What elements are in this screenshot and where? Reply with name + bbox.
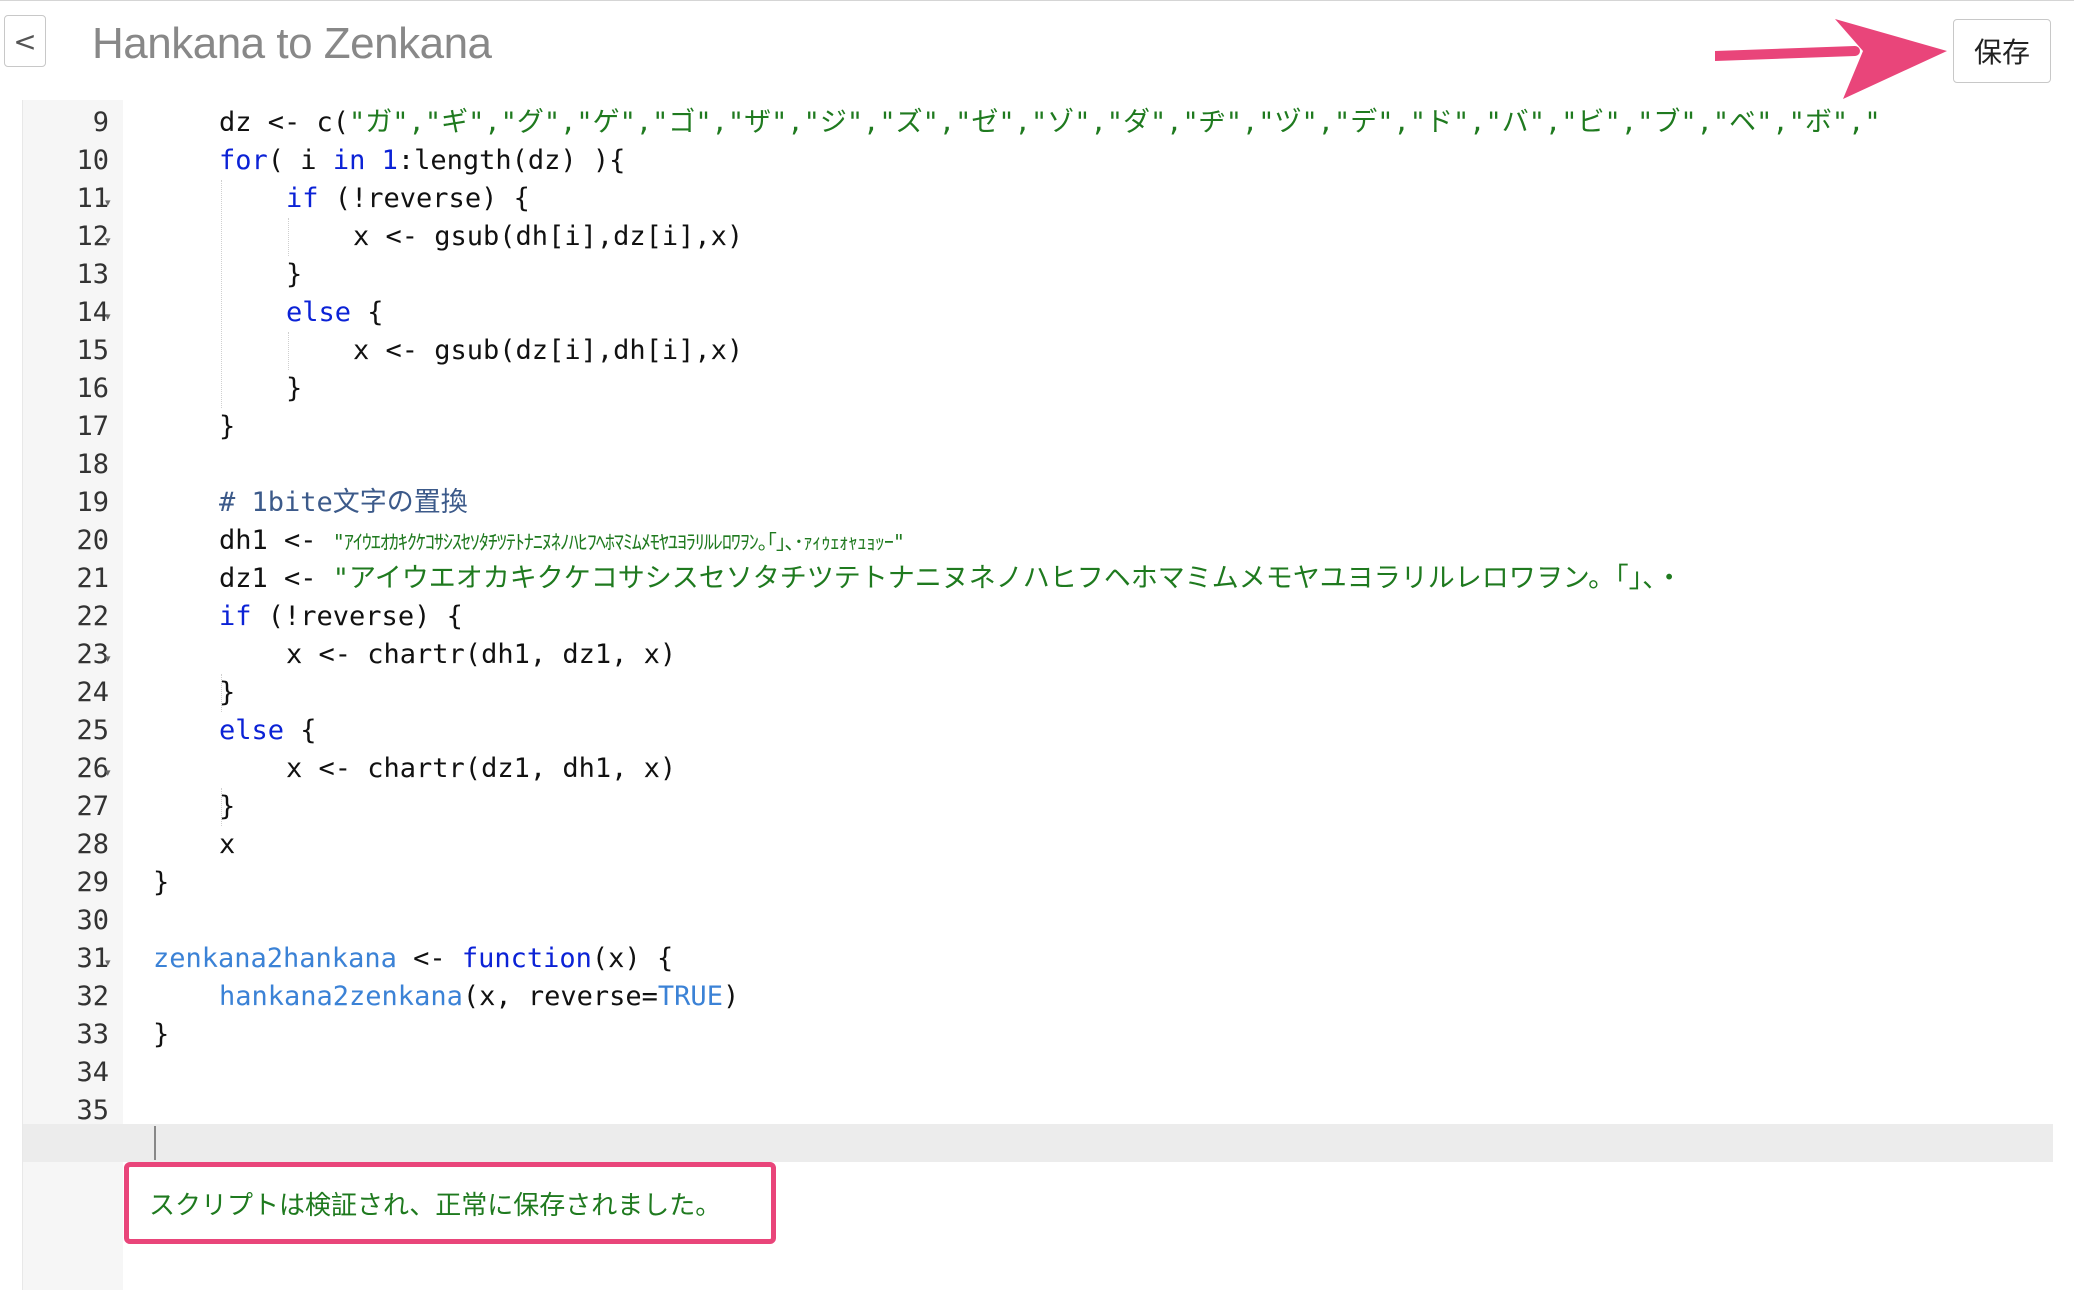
code-line-13: }: [286, 259, 303, 290]
top-bar: < Hankana to Zenkana 保存: [0, 0, 2074, 101]
code-line-32: hankana2zenkana(x, reverse=TRUE): [219, 981, 740, 1012]
code-line-24: }: [219, 677, 236, 708]
indent-guide: [221, 180, 223, 408]
line-number: 24: [76, 677, 109, 708]
line-number: 33: [76, 1019, 109, 1050]
indent-guide: [288, 218, 290, 256]
annotation-arrow-icon: [1715, 19, 1947, 99]
line-number: 30: [76, 905, 109, 936]
line-number: 25: [76, 715, 109, 746]
indent-guide: [288, 332, 290, 370]
code-line-15: x <- gsub(dz[i],dh[i],x): [353, 335, 744, 366]
fold-arrow-icon[interactable]: ▾: [105, 766, 111, 779]
line-number: 29: [76, 867, 109, 898]
fold-arrow-icon[interactable]: ▾: [105, 234, 111, 247]
code-line-22: if (!reverse) {: [219, 601, 463, 632]
fold-arrow-icon[interactable]: ▾: [105, 956, 111, 969]
fold-arrow-icon[interactable]: ▾: [105, 310, 111, 323]
save-button[interactable]: 保存: [1953, 19, 2051, 83]
line-number: 16: [76, 373, 109, 404]
line-number: 19: [76, 487, 109, 518]
chevron-left-icon: <: [13, 24, 37, 58]
line-number: 20: [76, 525, 109, 556]
code-line-9: dz <- c("ガ","ギ","グ","ゲ","ゴ","ザ","ジ","ズ",…: [219, 107, 1881, 138]
line-number: 9: [92, 107, 109, 138]
line-number: 34: [76, 1057, 109, 1088]
fold-arrow-icon[interactable]: ▾: [105, 196, 111, 209]
save-success-message: スクリプトは検証され、正常に保存されました。: [124, 1162, 776, 1244]
line-number: 27: [76, 791, 109, 822]
status-text: スクリプトは検証され、正常に保存されました。: [149, 1190, 722, 1221]
code-line-19: # 1bite文字の置換: [219, 487, 468, 518]
code-line-28: x: [219, 829, 236, 860]
code-line-20: dh1 <- "ｱｲｳｴｵｶｷｸｹｺｻｼｽｾｿﾀﾁﾂﾃﾄﾅﾆﾇﾈﾉﾊﾋﾌﾍﾎﾏﾐ…: [219, 525, 905, 556]
line-number: 13: [76, 259, 109, 290]
line-number: 28: [76, 829, 109, 860]
code-line-17: }: [219, 411, 236, 442]
fold-arrow-icon[interactable]: ▾: [105, 652, 111, 665]
code-line-26: x <- chartr(dz1, dh1, x): [286, 753, 677, 784]
line-number: 18: [76, 449, 109, 480]
back-button[interactable]: <: [4, 15, 46, 67]
line-number: 17: [76, 411, 109, 442]
active-line-highlight: [23, 1124, 2053, 1162]
line-number: 22: [76, 601, 109, 632]
line-number-gutter: 9 10 11 12 13 14 15 16 17 18 19 20 21 22…: [23, 100, 123, 1290]
code-line-12: x <- gsub(dh[i],dz[i],x): [353, 221, 744, 252]
page-title: Hankana to Zenkana: [92, 19, 492, 68]
line-number: 15: [76, 335, 109, 366]
code-line-33: }: [153, 1019, 170, 1050]
code-line-14: else {: [286, 297, 384, 328]
code-line-25: else {: [219, 715, 317, 746]
code-line-11: if (!reverse) {: [286, 183, 530, 214]
code-line-29: }: [153, 867, 170, 898]
code-line-31: zenkana2hankana <- function(x) {: [153, 943, 674, 974]
code-line-23: x <- chartr(dh1, dz1, x): [286, 639, 677, 670]
line-number: 10: [76, 145, 109, 176]
code-editor[interactable]: 9 10 11 12 13 14 15 16 17 18 19 20 21 22…: [22, 100, 2053, 1290]
code-line-27: }: [219, 791, 236, 822]
code-line-21: dz1 <- "アイウエオカキクケコサシスセソタチツテトナニヌネノハヒフヘホマミ…: [219, 563, 1683, 594]
code-line-16: }: [286, 373, 303, 404]
line-number: 32: [76, 981, 109, 1012]
code-line-10: for( i in 1:length(dz) ){: [219, 145, 626, 176]
line-number: 21: [76, 563, 109, 594]
text-cursor: [154, 1126, 156, 1160]
